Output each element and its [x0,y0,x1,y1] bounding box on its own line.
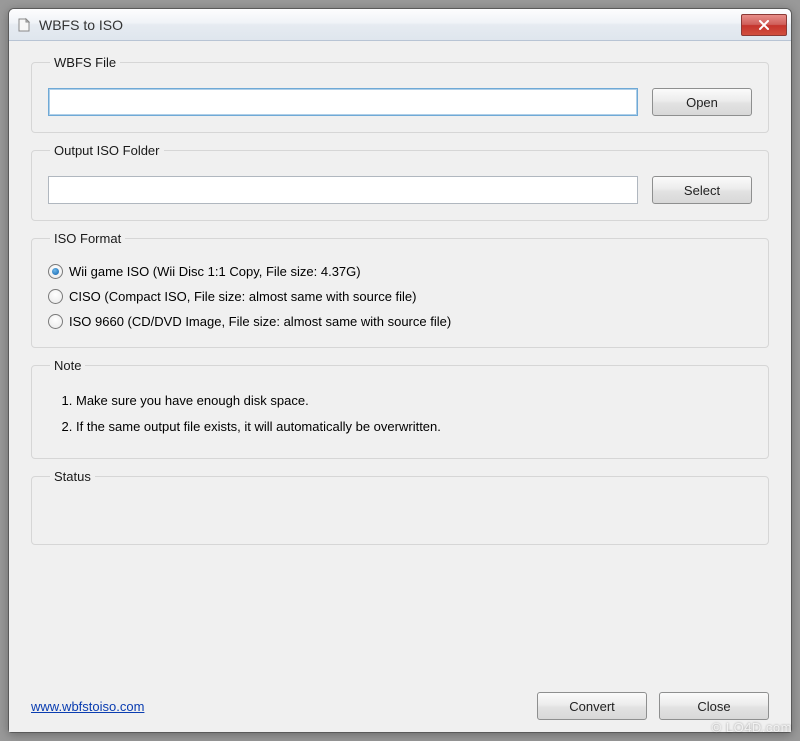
output-folder-legend: Output ISO Folder [50,143,164,158]
note-item: Make sure you have enough disk space. [76,391,752,411]
open-button[interactable]: Open [652,88,752,116]
window-title: WBFS to ISO [39,17,741,33]
window-close-button[interactable] [741,14,787,36]
output-folder-input[interactable] [48,176,638,204]
iso-format-option-wii[interactable]: Wii game ISO (Wii Disc 1:1 Copy, File si… [48,264,752,279]
select-button[interactable]: Select [652,176,752,204]
output-folder-group: Output ISO Folder Select [31,143,769,221]
status-group: Status [31,469,769,545]
wbfs-file-legend: WBFS File [50,55,120,70]
radio-iso9660-label: ISO 9660 (CD/DVD Image, File size: almos… [69,314,451,329]
close-button[interactable]: Close [659,692,769,720]
radio-wii-iso[interactable] [48,264,63,279]
app-window: WBFS to ISO WBFS File Open Output ISO Fo… [8,8,792,733]
app-icon [17,17,33,33]
wbfs-file-input[interactable] [48,88,638,116]
titlebar: WBFS to ISO [9,9,791,41]
content-area: WBFS File Open Output ISO Folder Select … [9,41,791,732]
iso-format-group: ISO Format Wii game ISO (Wii Disc 1:1 Co… [31,231,769,348]
iso-format-option-iso9660[interactable]: ISO 9660 (CD/DVD Image, File size: almos… [48,314,752,329]
convert-button[interactable]: Convert [537,692,647,720]
status-text [48,500,752,528]
wbfs-file-group: WBFS File Open [31,55,769,133]
radio-ciso-label: CISO (Compact ISO, File size: almost sam… [69,289,416,304]
note-item: If the same output file exists, it will … [76,417,752,437]
radio-ciso[interactable] [48,289,63,304]
iso-format-legend: ISO Format [50,231,125,246]
footer: www.wbfstoiso.com Convert Close [31,684,769,720]
website-link[interactable]: www.wbfstoiso.com [31,699,144,714]
radio-wii-iso-label: Wii game ISO (Wii Disc 1:1 Copy, File si… [69,264,361,279]
radio-iso9660[interactable] [48,314,63,329]
note-legend: Note [50,358,85,373]
note-group: Note Make sure you have enough disk spac… [31,358,769,459]
note-list: Make sure you have enough disk space. If… [48,391,752,436]
iso-format-option-ciso[interactable]: CISO (Compact ISO, File size: almost sam… [48,289,752,304]
status-legend: Status [50,469,95,484]
